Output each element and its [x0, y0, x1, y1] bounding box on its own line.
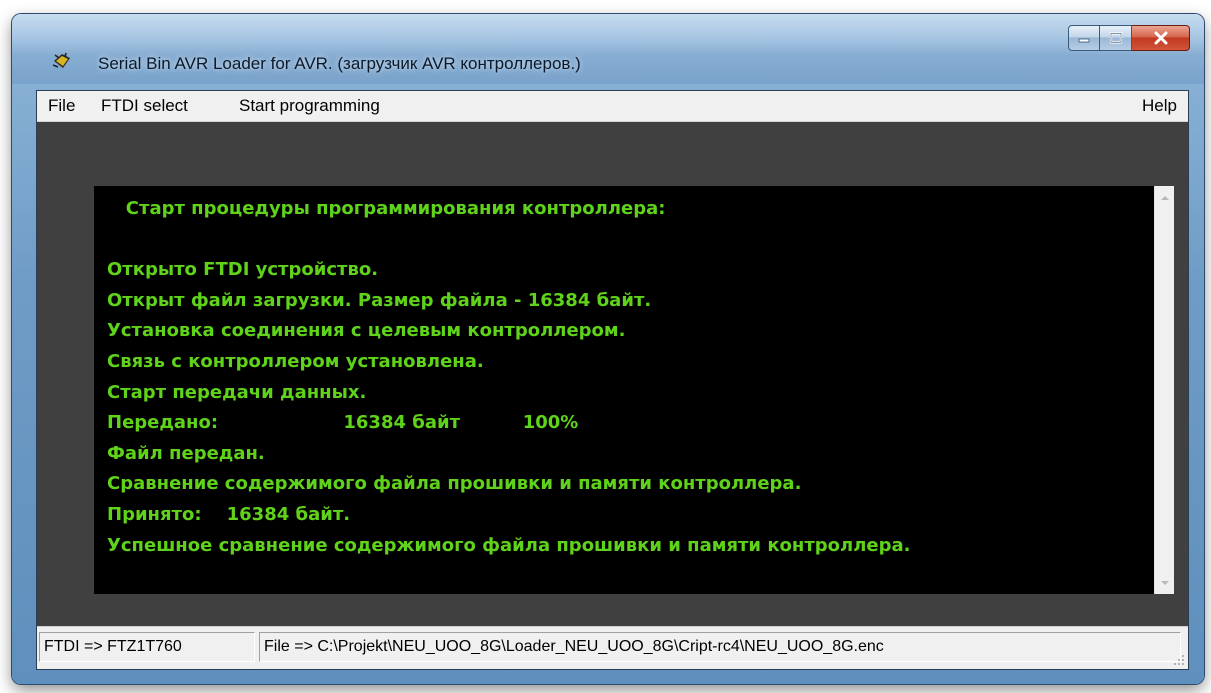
- log-line: Принято: 16384 байт.: [107, 503, 351, 525]
- minimize-button[interactable]: [1068, 25, 1100, 51]
- chevron-down-icon: [1160, 580, 1169, 585]
- vertical-scrollbar[interactable]: [1154, 186, 1174, 594]
- minimize-icon: [1078, 38, 1090, 43]
- client-area: File FTDI select Start programming Help …: [36, 90, 1189, 670]
- scroll-up-button[interactable]: [1155, 188, 1174, 207]
- close-icon: [1154, 31, 1167, 45]
- window-title: Serial Bin AVR Loader for AVR. (загрузчи…: [98, 54, 581, 73]
- status-file-path: File => C:\Projekt\NEU_UOO_8G\Loader_NEU…: [259, 632, 1181, 662]
- menu-start-programming[interactable]: Start programming: [239, 96, 380, 116]
- log-line: Старт процедуры программирования контрол…: [107, 198, 666, 219]
- menu-file[interactable]: File: [48, 96, 75, 116]
- log-line: Сравнение содержимого файла прошивки и п…: [107, 473, 802, 495]
- menu-bar: File FTDI select Start programming Help: [37, 91, 1188, 122]
- close-button[interactable]: [1132, 25, 1190, 51]
- chevron-up-icon: [1160, 195, 1169, 200]
- log-line: Открыт файл загрузки. Размер файла - 163…: [107, 289, 652, 311]
- log-line: Открыто FTDI устройство.: [107, 259, 379, 281]
- log-output[interactable]: Старт процедуры программирования контрол…: [94, 186, 1174, 594]
- scroll-down-button[interactable]: [1155, 573, 1174, 592]
- menu-help[interactable]: Help: [1142, 96, 1177, 116]
- resize-grip-icon[interactable]: [1173, 654, 1185, 666]
- log-line: Связь с контроллером установлена.: [107, 350, 484, 372]
- caption-buttons: [1068, 25, 1190, 51]
- log-line: Установка соединения с целевым контролле…: [107, 320, 626, 342]
- app-window: Serial Bin AVR Loader for AVR. (загрузчи…: [12, 14, 1204, 684]
- title-bar[interactable]: Serial Bin AVR Loader for AVR. (загрузчи…: [12, 14, 1204, 84]
- log-line: Успешное сравнение содержимого файла про…: [107, 534, 911, 556]
- maximize-icon: [1109, 32, 1122, 44]
- avr-chip-icon: [52, 52, 70, 68]
- log-line: Файл передан.: [107, 442, 265, 464]
- status-ftdi: FTDI => FTZ1T760: [39, 632, 255, 662]
- log-line: Передано: 16384 байт 100%: [107, 412, 579, 434]
- maximize-button[interactable]: [1100, 25, 1132, 51]
- status-bar: FTDI => FTZ1T760 File => C:\Projekt\NEU_…: [37, 626, 1188, 669]
- log-line: Старт передачи данных.: [107, 381, 367, 403]
- menu-ftdi-select[interactable]: FTDI select: [101, 96, 188, 116]
- log-text: Старт процедуры программирования контрол…: [107, 194, 1137, 561]
